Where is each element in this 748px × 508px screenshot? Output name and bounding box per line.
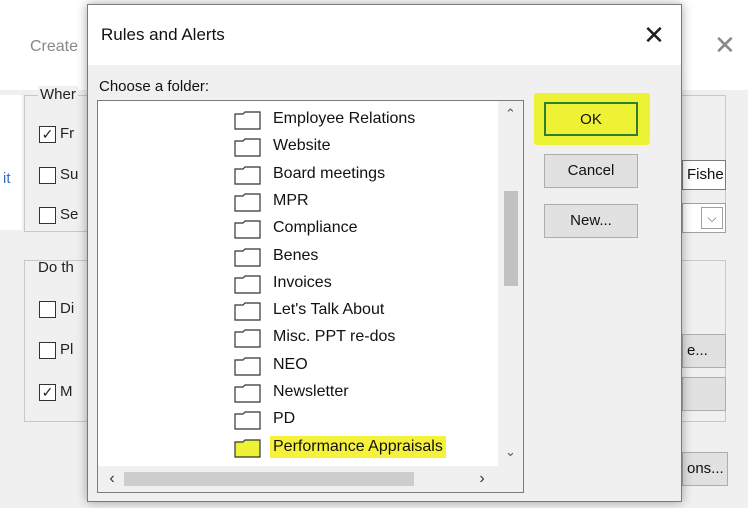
folder-icon [234,193,261,212]
action-label-move: M [60,383,73,400]
action-label-display: Di [60,300,75,317]
folder-icon [234,275,261,294]
condition-checkbox-from[interactable]: ✓ [39,126,56,143]
create-rule-title: Create [30,38,79,55]
condition-label-sent-to: Se [60,206,79,223]
chevron-down-icon[interactable]: ⌵ [701,207,723,229]
horizontal-scroll-thumb[interactable] [124,472,414,486]
choose-folder-label: Choose a folder: [99,78,210,95]
chevron-left-icon[interactable]: ‹ [100,466,124,492]
actions-group-label: Do th [38,259,74,276]
folder-item-label: Compliance [273,219,358,237]
folder-item-label: Let's Talk About [273,301,385,319]
action-checkbox-play[interactable] [39,342,56,359]
action-checkbox-display[interactable] [39,301,56,318]
condition-label-subject: Su [60,166,79,183]
folder-item-label: Employee Relations [273,110,416,127]
condition-checkbox-subject[interactable] [39,167,56,184]
close-icon[interactable]: ✕ [636,17,672,53]
folder-icon [234,438,261,458]
folder-item-label: Newsletter [273,383,349,400]
chevron-up-icon[interactable]: ⌃ [498,103,523,125]
rules-and-alerts-dialog: Rules and Alerts ✕ Choose a folder: Empl… [87,4,682,502]
condition-label-from: Fr [60,125,75,142]
condition-checkbox-sent-to[interactable] [39,207,56,224]
cancel-button[interactable]: Cancel [544,154,638,188]
folder-icon [234,384,261,403]
folder-icon [234,138,261,157]
folder-item-label: Performance Appraisals [270,435,446,458]
select-folder-button[interactable] [682,377,726,411]
folder-item-label: NEO [273,355,308,373]
folder-item-label: Invoices [273,273,332,291]
main-window-text-fragment: it [3,170,11,187]
folder-icon [234,165,261,185]
chevron-right-icon[interactable]: › [470,466,494,492]
folder-icon [234,302,261,321]
folder-item-label: PD [273,410,296,428]
from-input[interactable]: Fishe [682,160,726,190]
folder-icon [234,411,261,430]
main-window-strip [0,95,22,230]
conditions-group-label: Wher [38,86,78,103]
chevron-down-icon[interactable]: ⌄ [498,441,523,463]
create-rule-close-icon[interactable]: ✕ [714,30,736,61]
vertical-scrollbar[interactable]: ⌃ ⌄ [498,101,523,466]
folder-item-label: Website [273,137,331,155]
action-checkbox-move[interactable]: ✓ [39,384,56,401]
folder-item-label: MPR [273,191,309,209]
horizontal-scrollbar[interactable]: ‹ › [98,466,523,492]
folder-item-label: Board meetings [273,164,386,182]
folder-tree[interactable]: Employee Relations Website Board meetings M… [97,100,524,493]
folder-icon [234,247,261,267]
action-label-play: Pl [60,341,74,358]
size-dropdown[interactable]: ⌵ [682,203,726,233]
folder-icon [234,329,261,348]
folder-list: Employee Relations Website Board meetings M… [98,101,498,466]
browse-button[interactable]: e... [682,334,726,368]
folder-item-label: Benes [273,246,319,264]
new-folder-button[interactable]: New... [544,204,638,238]
dialog-title: Rules and Alerts [101,25,225,44]
advanced-options-button[interactable]: ons... [682,452,728,486]
ok-button[interactable]: OK [544,102,638,136]
folder-icon [234,357,261,376]
folder-icon [234,220,261,239]
folder-item-label: Misc. PPT re-dos [273,328,396,346]
folder-icon [234,111,261,130]
vertical-scroll-thumb[interactable] [504,191,518,286]
